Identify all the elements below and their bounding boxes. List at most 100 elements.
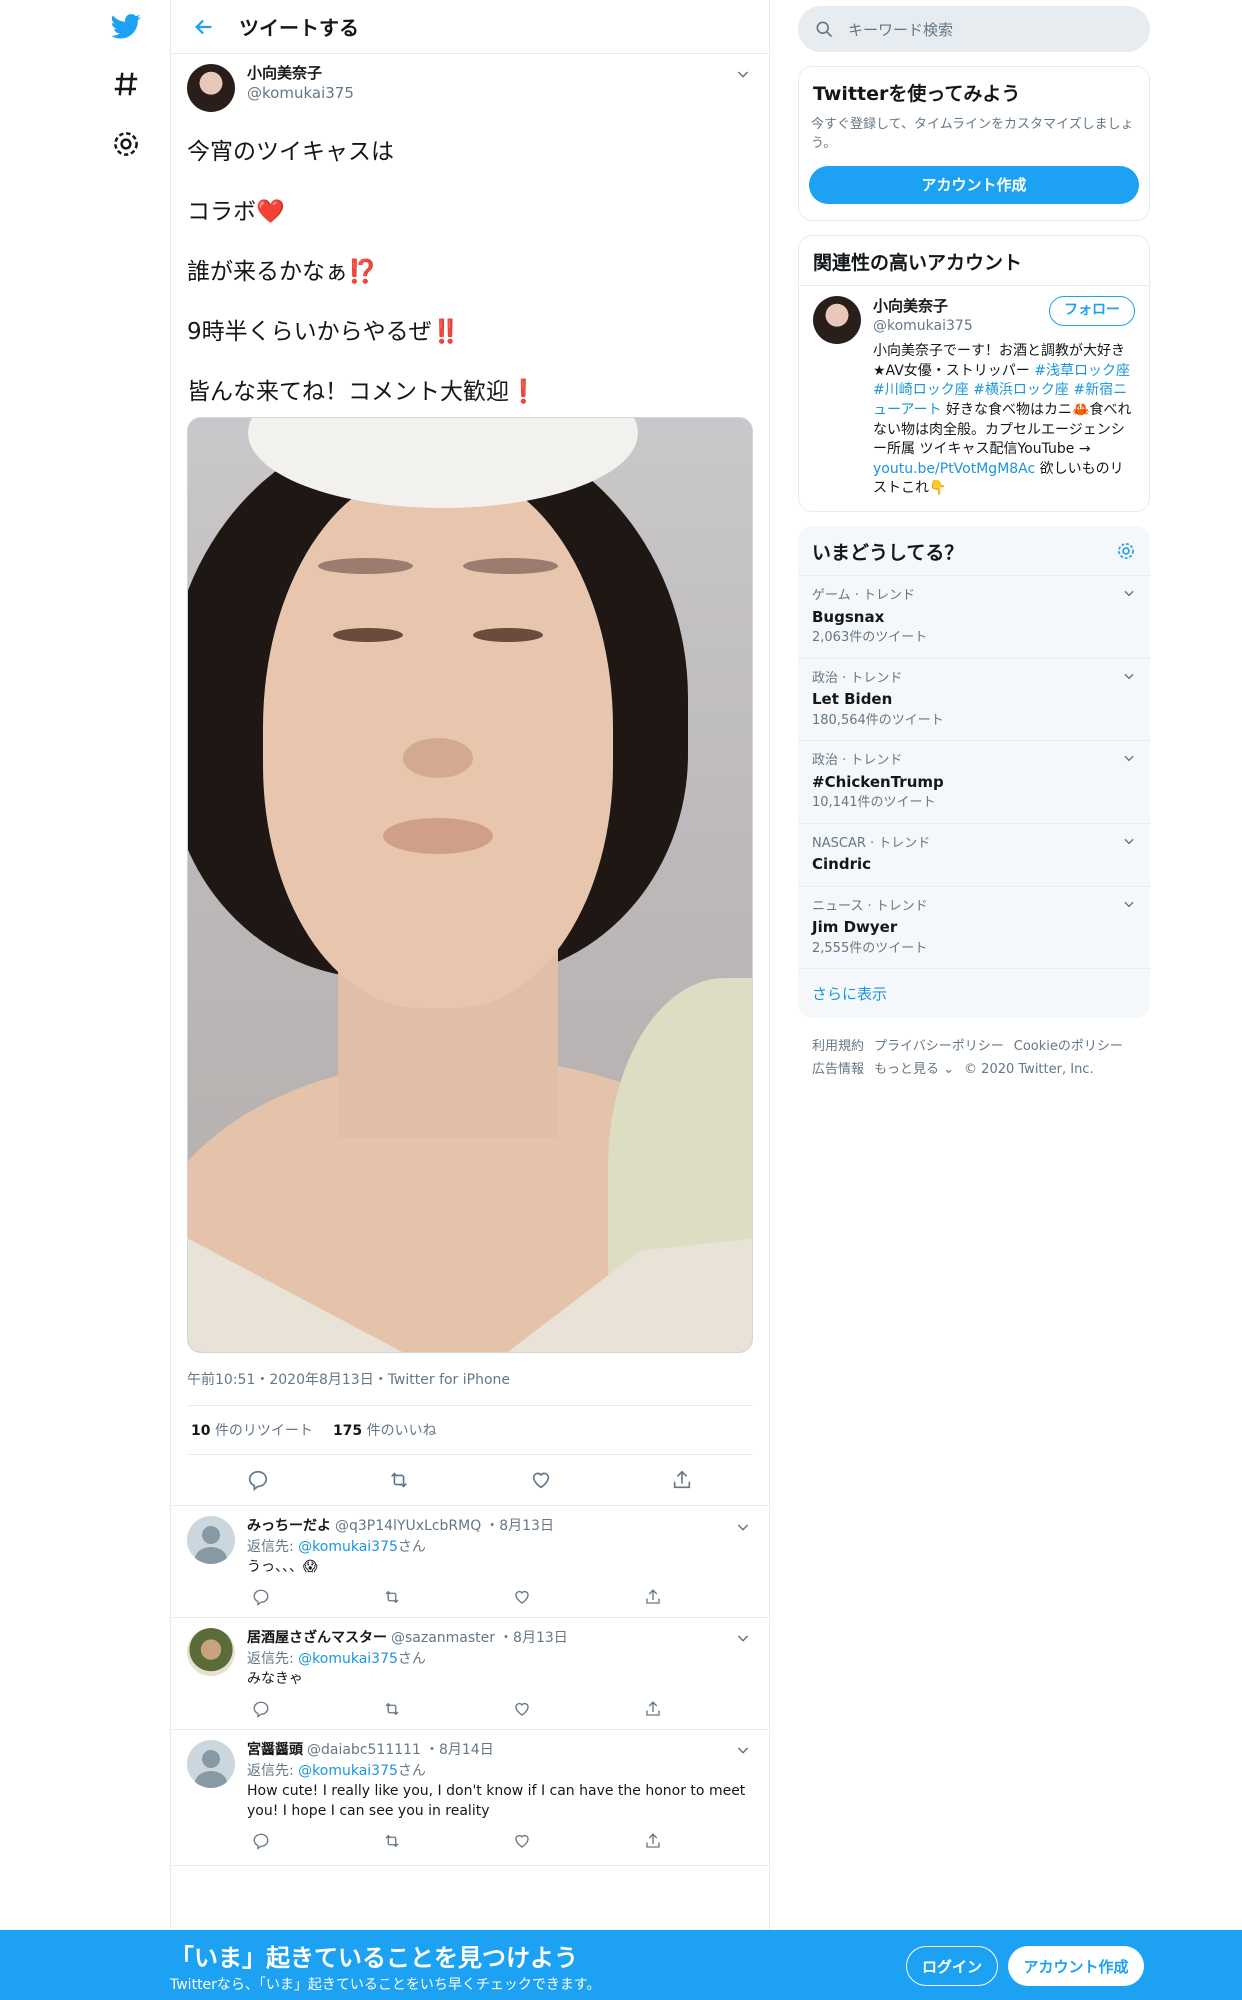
trend-item[interactable]: ゲーム · トレンド Bugsnax 2,063件のツイート — [798, 576, 1150, 659]
tweet-line: 誰が来るかなぁ⁉️ — [187, 258, 377, 285]
retweet-icon[interactable] — [385, 1466, 413, 1494]
chevron-down-icon[interactable] — [1122, 669, 1136, 690]
retweet-icon[interactable] — [378, 1583, 406, 1611]
retweet-count[interactable]: 10 件のリツイート — [191, 1420, 313, 1440]
related-avatar[interactable] — [813, 295, 861, 344]
trend-item[interactable]: ニュース · トレンド Jim Dwyer 2,555件のツイート — [798, 887, 1150, 970]
reply-author-name[interactable]: 宮醤醤頭 — [247, 1740, 303, 1760]
like-count[interactable]: 175 件のいいね — [333, 1420, 437, 1440]
heart-emoji: ❤️ — [256, 198, 285, 225]
trend-item[interactable]: 政治 · トレンド Let Biden 180,564件のツイート — [798, 659, 1150, 742]
reply-to-link[interactable]: @komukai375 — [298, 1651, 398, 1667]
left-nav — [0, 0, 170, 1930]
trends-settings-gear-icon[interactable] — [1116, 541, 1136, 561]
reply-author-handle[interactable]: @q3P14lYUxLcbRMQ — [335, 1516, 481, 1536]
like-heart-icon[interactable] — [508, 1695, 536, 1723]
tweet-timestamp[interactable]: 午前10:51・2020年8月13日・Twitter for iPhone — [187, 1353, 753, 1407]
footer-links: 利用規約 プライバシーポリシー Cookieのポリシー 広告情報 もっと見る ⌄ © 2… — [798, 1018, 1150, 1100]
reply-date[interactable]: ・8月13日 — [499, 1628, 568, 1648]
reply-to-link[interactable]: @komukai375 — [298, 1539, 398, 1555]
create-account-button[interactable]: アカウント作成 — [809, 165, 1139, 204]
retweet-icon[interactable] — [378, 1827, 406, 1855]
reply-icon[interactable] — [244, 1466, 272, 1494]
reply-icon[interactable] — [247, 1827, 275, 1855]
copyright: © 2020 Twitter, Inc. — [964, 1061, 1094, 1077]
main-tweet: 小向美奈子 @komukai375 今宵のツイキャスは コラボ❤️ 誰が来るかな… — [171, 54, 769, 1505]
reply-avatar[interactable] — [187, 1628, 235, 1677]
tweet-line: コラボ❤️ — [187, 198, 285, 225]
trend-item[interactable]: 政治 · トレンド #ChickenTrump 10,141件のツイート — [798, 741, 1150, 824]
footer-link[interactable]: 広告情報 — [812, 1062, 864, 1077]
author-avatar[interactable] — [187, 64, 235, 112]
footer-link[interactable]: Cookieのポリシー — [1014, 1039, 1123, 1054]
reply-to: 返信先: @komukai375さん — [247, 1538, 426, 1555]
show-more-link[interactable]: さらに表示 — [798, 969, 1150, 1018]
reply-tweet[interactable]: 居酒屋さざんマスター @sazanmaster ・8月13日 返信先: @komuk… — [171, 1617, 769, 1729]
reply-date[interactable]: ・8月14日 — [425, 1740, 494, 1760]
share-icon[interactable] — [668, 1466, 696, 1494]
trend-item[interactable]: NASCAR · トレンド Cindric — [798, 824, 1150, 887]
chevron-down-icon[interactable] — [733, 1517, 753, 1537]
chevron-down-icon[interactable] — [1122, 586, 1136, 607]
share-icon[interactable] — [639, 1827, 667, 1855]
twitter-logo-icon[interactable] — [106, 6, 146, 46]
login-button[interactable]: ログイン — [906, 1946, 998, 1986]
tweet-line: 今宵のツイキャスは — [187, 139, 394, 165]
search-placeholder[interactable]: キーワード検索 — [848, 19, 953, 40]
bio-youtube-link[interactable]: youtu.be/PtVotMgM8Ac — [873, 461, 1035, 477]
reply-icon[interactable] — [247, 1695, 275, 1723]
tweet-line: 9時半くらいからやるぜ‼️ — [187, 318, 461, 345]
related-name[interactable]: 小向美奈子 — [873, 296, 973, 317]
reply-date[interactable]: ・8月13日 — [485, 1516, 554, 1536]
like-heart-icon[interactable] — [508, 1583, 536, 1611]
share-icon[interactable] — [639, 1695, 667, 1723]
tweet-photo[interactable] — [187, 417, 753, 1354]
tweet-line: 皆んな来てね！コメント大歓迎❗ — [187, 378, 538, 405]
author-handle[interactable]: @komukai375 — [247, 84, 354, 104]
reply-avatar[interactable] — [187, 1516, 235, 1565]
search-icon — [816, 21, 833, 38]
related-bio: 小向美奈子でーす！お酒と調教が大好き★AV女優・ストリッパー #浅草ロック座 #… — [873, 343, 1132, 497]
reply-author-handle[interactable]: @sazanmaster — [391, 1628, 495, 1648]
reply-icon[interactable] — [247, 1583, 275, 1611]
trends-title: いまどうしてる？ — [812, 542, 964, 565]
reply-tweet[interactable]: みっちーだよ @q3P14lYUxLcbRMQ ・8月13日 返信先: @komuk… — [171, 1505, 769, 1617]
footer-link[interactable]: もっと見る ⌄ — [874, 1062, 954, 1077]
footer-link[interactable]: 利用規約 — [812, 1039, 864, 1054]
retweet-icon[interactable] — [378, 1695, 406, 1723]
page-title: ツイートする — [239, 16, 359, 40]
explore-hashtag-icon[interactable] — [106, 64, 146, 104]
back-arrow-icon[interactable] — [189, 12, 219, 42]
chevron-down-icon[interactable] — [733, 1628, 753, 1648]
like-heart-icon[interactable] — [508, 1827, 536, 1855]
trends-card: いまどうしてる？ ゲーム · トレンド Bugsnax 2,063件のツイート … — [798, 526, 1150, 1019]
settings-gear-icon[interactable] — [106, 124, 146, 164]
related-handle[interactable]: @komukai375 — [873, 317, 973, 337]
like-heart-icon[interactable] — [527, 1466, 555, 1494]
reply-to: 返信先: @komukai375さん — [247, 1650, 426, 1667]
tweet-actions — [187, 1455, 753, 1505]
chevron-down-icon[interactable] — [1122, 751, 1136, 772]
share-icon[interactable] — [639, 1583, 667, 1611]
reply-actions — [247, 1821, 667, 1861]
chevron-down-icon[interactable] — [733, 1740, 753, 1760]
tweet-author: 小向美奈子 @komukai375 — [187, 64, 753, 124]
related-user[interactable]: 小向美奈子 @komukai375 フォロー 小向美奈子でーす！お酒と調教が大好… — [799, 286, 1149, 511]
reply-author-name[interactable]: みっちーだよ — [247, 1516, 331, 1536]
reply-author-handle[interactable]: @daiabc511111 — [307, 1740, 421, 1760]
page-header: ツイートする — [171, 0, 769, 54]
footer-link[interactable]: プライバシーポリシー — [874, 1039, 1004, 1054]
author-name[interactable]: 小向美奈子 — [247, 64, 354, 84]
chevron-down-icon[interactable] — [1122, 897, 1136, 918]
follow-button[interactable]: フォロー — [1049, 295, 1135, 326]
reply-tweet[interactable]: 宮醤醤頭 @daiabc511111 ・8月14日 返信先: @komukai375… — [171, 1729, 769, 1867]
chevron-down-icon[interactable] — [1122, 834, 1136, 855]
reply-to-link[interactable]: @komukai375 — [298, 1763, 398, 1779]
reply-avatar[interactable] — [187, 1740, 235, 1789]
search-box[interactable]: キーワード検索 — [798, 6, 1150, 52]
related-accounts-card: 関連性の高いアカウント 小向美奈子 @komukai375 フォロー 小向美奈子… — [798, 234, 1150, 513]
page: ツイートする 小向美奈子 @komukai375 今宵のツイキャスは コラボ❤️… — [0, 0, 1242, 2000]
signup-button[interactable]: アカウント作成 — [1008, 1946, 1144, 1986]
reply-author-name[interactable]: 居酒屋さざんマスター — [247, 1628, 387, 1648]
chevron-down-icon[interactable] — [733, 64, 753, 84]
